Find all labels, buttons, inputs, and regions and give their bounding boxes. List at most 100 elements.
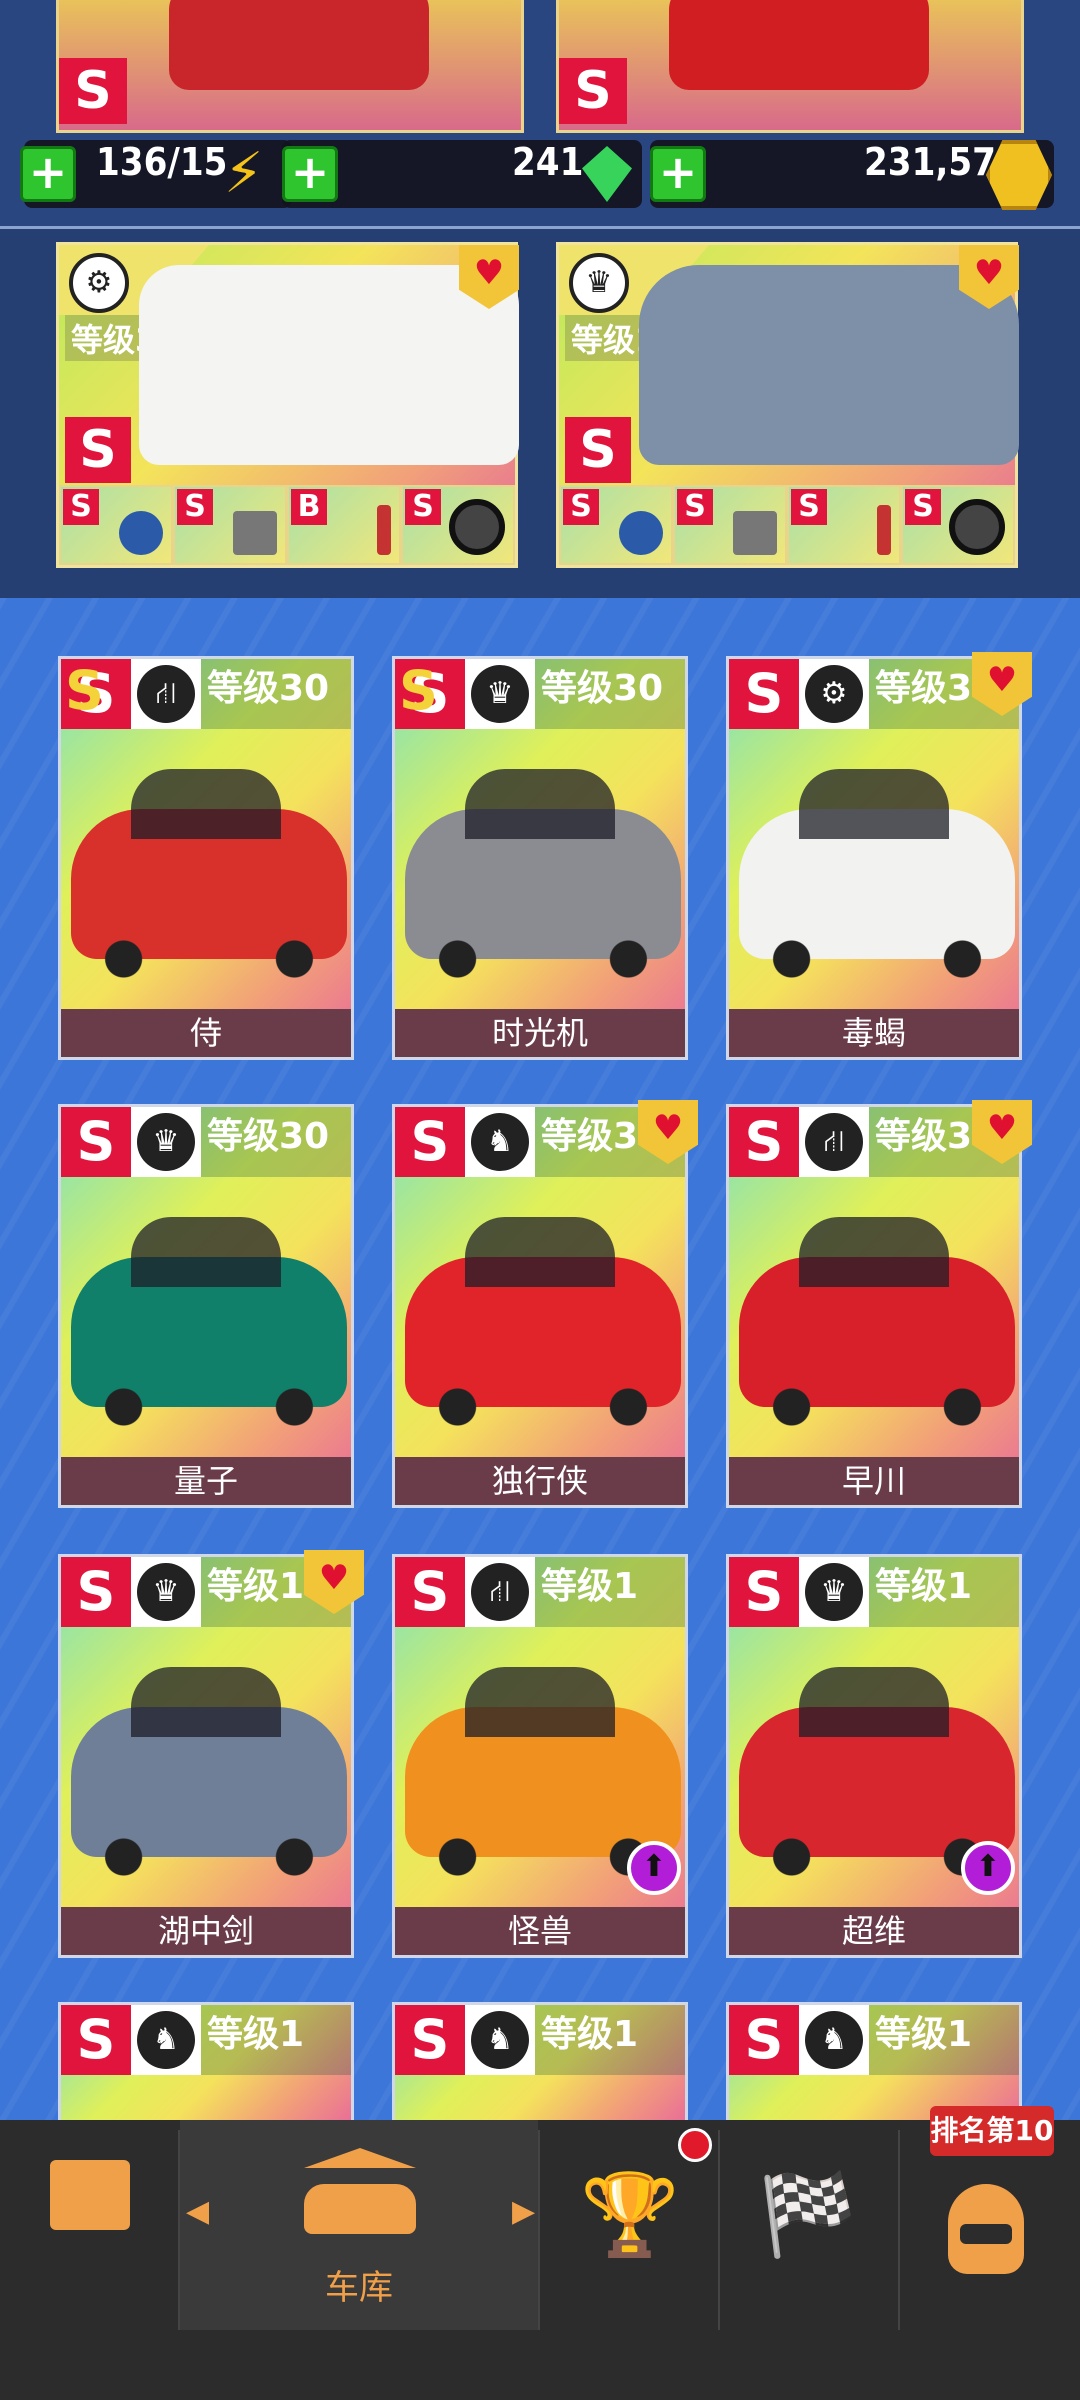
level-label: 等级1 — [875, 1566, 973, 1607]
class-badge: ♛ — [799, 1557, 869, 1627]
tire-part-icon — [449, 499, 505, 555]
ecu-icon — [733, 511, 777, 555]
upgrade-arrow-icon[interactable]: ⬆ — [627, 1841, 681, 1895]
part-slot[interactable]: S — [673, 485, 787, 565]
car-image — [669, 0, 929, 90]
previous-arrow-icon[interactable]: ◀ — [186, 2194, 209, 2229]
notification-dot — [678, 2128, 712, 2162]
car-card[interactable]: S ♛ 等级1 湖中剑 — [58, 1554, 354, 1958]
car-card[interactable]: S ⛙ 等级3 早川 — [726, 1104, 1022, 1508]
class-badge: ⛙ — [799, 1107, 869, 1177]
grade-badge: SSS — [395, 659, 465, 729]
class-badge: ♞ — [799, 2005, 869, 2075]
grade-badge: S — [61, 1107, 131, 1177]
car-card[interactable]: S ♞ 等级1 — [58, 2002, 354, 2132]
top-partial-card[interactable]: S — [56, 0, 524, 133]
car-card[interactable]: SSS ⛙ 等级30 侍 — [58, 656, 354, 1060]
part-grade: S — [677, 489, 713, 525]
trophy-icon[interactable]: 🏆 — [570, 2160, 690, 2280]
level-label: 等级3 — [541, 1116, 639, 1157]
level-label: 等级1 — [875, 2014, 973, 2055]
class-badge: ♛ — [131, 1557, 201, 1627]
part-grade: S — [791, 489, 827, 525]
helmet-icon[interactable] — [916, 2184, 1056, 2304]
garage-car-icon[interactable] — [280, 2134, 440, 2254]
part-slot[interactable]: S — [787, 485, 901, 565]
car-name: 超维 — [729, 1907, 1019, 1955]
car-image — [71, 1667, 347, 1877]
crown-icon: ♛ — [137, 1113, 195, 1171]
car-image — [139, 265, 519, 465]
car-card[interactable]: S ⚙ 等级3 毒蝎 — [726, 656, 1022, 1060]
garage-tab-label[interactable]: 车库 — [180, 2260, 538, 2309]
horse-icon: ♞ — [805, 2011, 863, 2069]
add-coins-button[interactable]: + — [650, 146, 706, 202]
gem-value: 241 — [512, 140, 584, 184]
brake-icon — [119, 511, 163, 555]
upgrade-arrow-icon[interactable]: ⬆ — [961, 1841, 1015, 1895]
level-label: 等级30 — [541, 668, 664, 709]
grade-badge: S — [729, 1557, 799, 1627]
part-grade: S — [177, 489, 213, 525]
part-slot[interactable]: S — [901, 485, 1015, 565]
car-name: 怪兽 — [395, 1907, 685, 1955]
favorite-car-card[interactable]: ♛ 等级19 S ♥ S S S S — [556, 242, 1019, 568]
car-card[interactable]: SSS ♛ 等级30 时光机 — [392, 656, 688, 1060]
road-icon: ⛙ — [805, 1113, 863, 1171]
add-gems-button[interactable]: + — [282, 146, 338, 202]
car-card[interactable]: S ♛ 等级1 ⬆ 超维 — [726, 1554, 1022, 1958]
grade-badge: S — [729, 659, 799, 729]
car-image — [405, 1217, 681, 1427]
crown-icon: ♛ — [471, 665, 529, 723]
car-card[interactable]: S ♞ 等级1 — [392, 2002, 688, 2132]
class-badge: ♛ — [131, 1107, 201, 1177]
add-fuel-button[interactable]: + — [20, 146, 76, 202]
race-flags-icon[interactable]: 🏁 — [738, 2160, 878, 2280]
part-grade: S — [63, 489, 99, 525]
car-card[interactable]: S ♛ 等级30 量子 — [58, 1104, 354, 1508]
road-icon: ⛙ — [471, 1563, 529, 1621]
grade-badge: S — [395, 1107, 465, 1177]
part-slot[interactable]: S — [59, 485, 173, 565]
level-label: 等级30 — [207, 1116, 330, 1157]
car-image — [405, 769, 681, 979]
level-label: 等级3 — [875, 1116, 973, 1157]
favorite-car-card[interactable]: ⚙ 等级30 S ♥ S S B S — [56, 242, 519, 568]
level-label: 等级30 — [207, 668, 330, 709]
grade-badge: SSS — [61, 659, 131, 729]
grade-badge: S — [395, 2005, 465, 2075]
class-badge: ♞ — [465, 2005, 535, 2075]
nav-separator — [898, 2130, 900, 2330]
car-image — [71, 1217, 347, 1427]
next-arrow-icon[interactable]: ▶ — [512, 2194, 535, 2229]
crown-icon: ♛ — [137, 1563, 195, 1621]
part-slot[interactable]: S — [401, 485, 515, 565]
car-image — [739, 1217, 1015, 1427]
part-grade: S — [905, 489, 941, 525]
car-image — [71, 769, 347, 979]
part-slot[interactable]: B — [287, 485, 401, 565]
gem-counter: + 241 — [282, 140, 642, 208]
car-name: 侍 — [61, 1009, 351, 1057]
car-name: 时光机 — [395, 1009, 685, 1057]
class-badge: ⚙ — [799, 659, 869, 729]
crown-icon: ♛ — [569, 253, 629, 313]
gem-icon — [582, 146, 632, 202]
car-name: 独行侠 — [395, 1457, 685, 1505]
car-name: 量子 — [61, 1457, 351, 1505]
car-image — [639, 265, 1019, 465]
suspension-icon — [377, 505, 391, 555]
grade-badge: S — [559, 58, 627, 124]
car-card[interactable]: S ♞ 等级3 独行侠 — [392, 1104, 688, 1508]
shop-crate-icon[interactable] — [40, 2150, 150, 2260]
car-card[interactable]: S ⛙ 等级1 ⬆ 怪兽 — [392, 1554, 688, 1958]
fuel-counter: + 136/15 ⚡ — [20, 140, 292, 208]
top-partial-card[interactable]: S — [556, 0, 1024, 133]
part-grade: B — [291, 489, 327, 525]
part-slot[interactable]: S — [559, 485, 673, 565]
car-name: 毒蝎 — [729, 1009, 1019, 1057]
nav-separator — [718, 2130, 720, 2330]
road-icon: ⛙ — [137, 665, 195, 723]
part-slot[interactable]: S — [173, 485, 287, 565]
grade-badge: S — [729, 2005, 799, 2075]
